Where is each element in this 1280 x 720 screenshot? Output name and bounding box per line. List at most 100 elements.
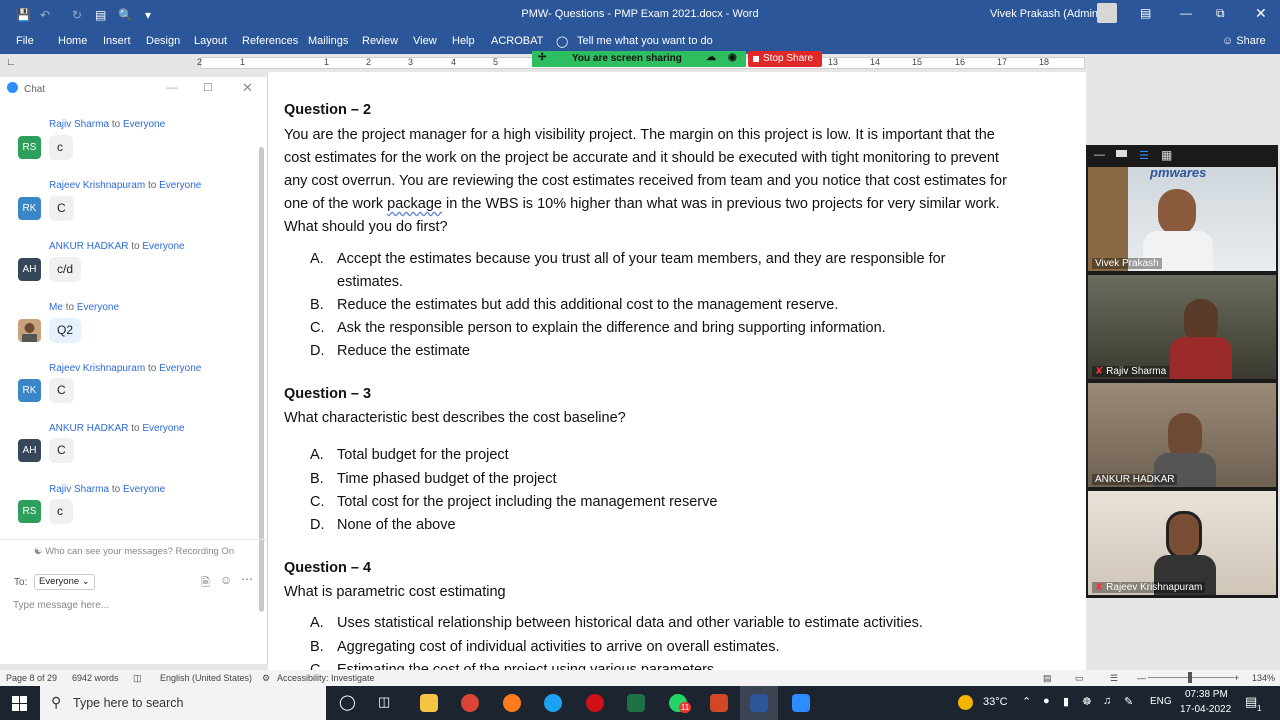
powerpoint-icon[interactable] [710, 694, 728, 712]
excel-icon[interactable] [627, 694, 645, 712]
spelling-flag[interactable]: package [387, 196, 442, 212]
battery-icon[interactable]: ▮ [1063, 695, 1069, 708]
ruler-number: 1 [324, 57, 330, 67]
zoom-in-button[interactable]: + [1234, 673, 1239, 683]
tab-layout[interactable]: Layout [194, 35, 227, 47]
wifi-icon[interactable]: ☸ [1082, 695, 1092, 708]
video-panel[interactable]: — ☰ ▦ pmwares Vivek Prakash ✘ Rajiv Shar… [1086, 145, 1278, 598]
zoom-level[interactable]: 134% [1252, 673, 1275, 683]
screen-sharing-banner[interactable]: ✢ You are screen sharing ☁ ◉ [532, 51, 746, 67]
message-bubble[interactable]: C [49, 196, 74, 221]
emoji-icon[interactable]: ☺ [220, 573, 232, 587]
video-tile[interactable]: ✘ Rajeev Krishnapuram [1088, 491, 1276, 595]
ribbon-display-icon[interactable]: ▤ [1140, 6, 1151, 20]
tab-help[interactable]: Help [452, 35, 475, 47]
message-sender: Rajeev Krishnapuram to Everyone [49, 180, 201, 191]
notifications-icon[interactable]: ▤ [1245, 694, 1257, 710]
tab-file[interactable]: File [16, 35, 34, 47]
volume-icon[interactable]: ♫ [1103, 695, 1111, 707]
message-bubble[interactable]: Q2 [49, 318, 82, 343]
word-taskbar-active[interactable] [740, 686, 778, 720]
message-bubble[interactable]: C [49, 438, 74, 463]
close-button[interactable]: ✕ [1255, 5, 1267, 22]
web-layout-icon[interactable]: ☰ [1110, 673, 1118, 684]
chat-scrollbar[interactable] [259, 147, 264, 612]
option-3c: C. Total cost for the project including t… [310, 491, 1010, 514]
user-avatar[interactable] [1097, 3, 1117, 23]
read-mode-icon[interactable]: ▤ [1043, 673, 1052, 684]
firefox-icon[interactable] [503, 694, 521, 712]
tab-review[interactable]: Review [362, 35, 398, 47]
language[interactable]: English (United States) [160, 673, 252, 683]
close-chat-button[interactable]: ✕ [242, 80, 253, 96]
word-count[interactable]: 6942 words [72, 673, 119, 683]
message-bubble[interactable]: c [49, 135, 73, 160]
speaker-view-icon[interactable] [1116, 150, 1127, 157]
opera-icon[interactable] [586, 694, 604, 712]
minimize-chat-button[interactable]: — [166, 80, 178, 94]
zoom-app-icon[interactable] [792, 694, 810, 712]
proofing-icon[interactable]: ◫ [133, 673, 142, 684]
tell-me-search[interactable]: Tell me what you want to do [577, 35, 713, 47]
edge-icon[interactable] [544, 694, 562, 712]
gallery-view-icon[interactable]: ▦ [1161, 148, 1172, 162]
pen-icon[interactable]: ✎ [1124, 695, 1133, 708]
maximize-button[interactable]: ⧉ [1216, 6, 1225, 21]
video-tile[interactable]: ✘ Rajiv Sharma [1088, 275, 1276, 379]
more-icon[interactable]: ⋯ [241, 572, 253, 586]
people-icon: ☯ [33, 546, 43, 557]
option-2a: A. Accept the estimates because you trust… [310, 248, 1010, 294]
minimize-button[interactable]: — [1180, 6, 1192, 20]
drag-handle-icon[interactable]: ✢ [538, 52, 546, 63]
tab-mailings[interactable]: Mailings [308, 35, 348, 47]
share-button[interactable]: ☺ Share [1222, 35, 1266, 47]
accessibility-status[interactable]: Accessibility: Investigate [277, 673, 375, 683]
chat-privacy-notice[interactable]: ☯ Who can see your messages? Recording O… [0, 546, 268, 557]
tab-references[interactable]: References [242, 35, 298, 47]
weather-icon[interactable] [958, 695, 973, 710]
tab-design[interactable]: Design [146, 35, 180, 47]
file-explorer-icon[interactable] [420, 694, 438, 712]
message-bubble[interactable]: c/d [49, 257, 82, 282]
zoom-slider-thumb[interactable] [1188, 672, 1192, 683]
message-bubble[interactable]: c [49, 499, 73, 524]
tab-insert[interactable]: Insert [103, 35, 131, 47]
temperature[interactable]: 33°C [983, 696, 1008, 708]
chrome-icon[interactable] [461, 694, 479, 712]
taskbar-search[interactable]: ⚲ Type here to search [40, 686, 326, 720]
message-sender: Rajiv Sharma to Everyone [49, 119, 165, 130]
video-tile[interactable]: pmwares Vivek Prakash [1088, 167, 1276, 271]
chevron-up-icon[interactable]: ⌃ [1022, 695, 1031, 708]
minimize-video-icon[interactable]: — [1094, 149, 1105, 161]
ruler-number: 15 [912, 57, 923, 67]
document-page[interactable]: Question – 2 You are the project manager… [268, 72, 1086, 670]
maximize-chat-button[interactable]: ☐ [203, 81, 213, 94]
strip-view-icon[interactable]: ☰ [1139, 149, 1149, 162]
mic-muted-icon: ✘ [1095, 582, 1104, 593]
message-input[interactable]: Type message here... [13, 600, 109, 611]
message-bubble[interactable]: C [49, 378, 74, 403]
zoom-icon [7, 82, 18, 93]
tab-acrobat[interactable]: ACROBAT [491, 35, 543, 47]
tab-home[interactable]: Home [58, 35, 87, 47]
task-view-icon[interactable]: ◫ [378, 694, 390, 710]
zoom-out-button[interactable]: — [1137, 673, 1146, 683]
windows-start-icon[interactable] [12, 696, 27, 711]
recipient-select[interactable]: Everyone ⌄ [34, 574, 95, 590]
microphone-icon[interactable]: ● [1043, 695, 1050, 707]
chat-panel[interactable]: Chat — ☐ ✕ Rajiv Sharma to Everyone RS c… [0, 77, 268, 664]
clock-time[interactable]: 07:38 PM [1185, 689, 1228, 700]
cortana-icon[interactable]: ◯ [339, 693, 356, 711]
page-count[interactable]: Page 8 of 29 [6, 673, 57, 683]
title-bar: 💾 ↶ ↻ ▤ 🔍 ▾ PMW- Questions - PMP Exam 20… [0, 0, 1280, 30]
user-name[interactable]: Vivek Prakash (Admin) [990, 8, 1102, 20]
video-tile[interactable]: ANKUR HADKAR [1088, 383, 1276, 487]
avatar: AH [18, 439, 41, 462]
tab-view[interactable]: View [413, 35, 437, 47]
tab-selector-icon[interactable]: ∟ [6, 57, 16, 68]
print-layout-icon[interactable]: ▭ [1075, 673, 1084, 684]
clock-date[interactable]: 17-04-2022 [1180, 704, 1231, 715]
input-language[interactable]: ENG [1150, 696, 1172, 707]
file-icon[interactable]: 🗎 [201, 574, 210, 593]
stop-share-button[interactable]: Stop Share [748, 51, 822, 67]
